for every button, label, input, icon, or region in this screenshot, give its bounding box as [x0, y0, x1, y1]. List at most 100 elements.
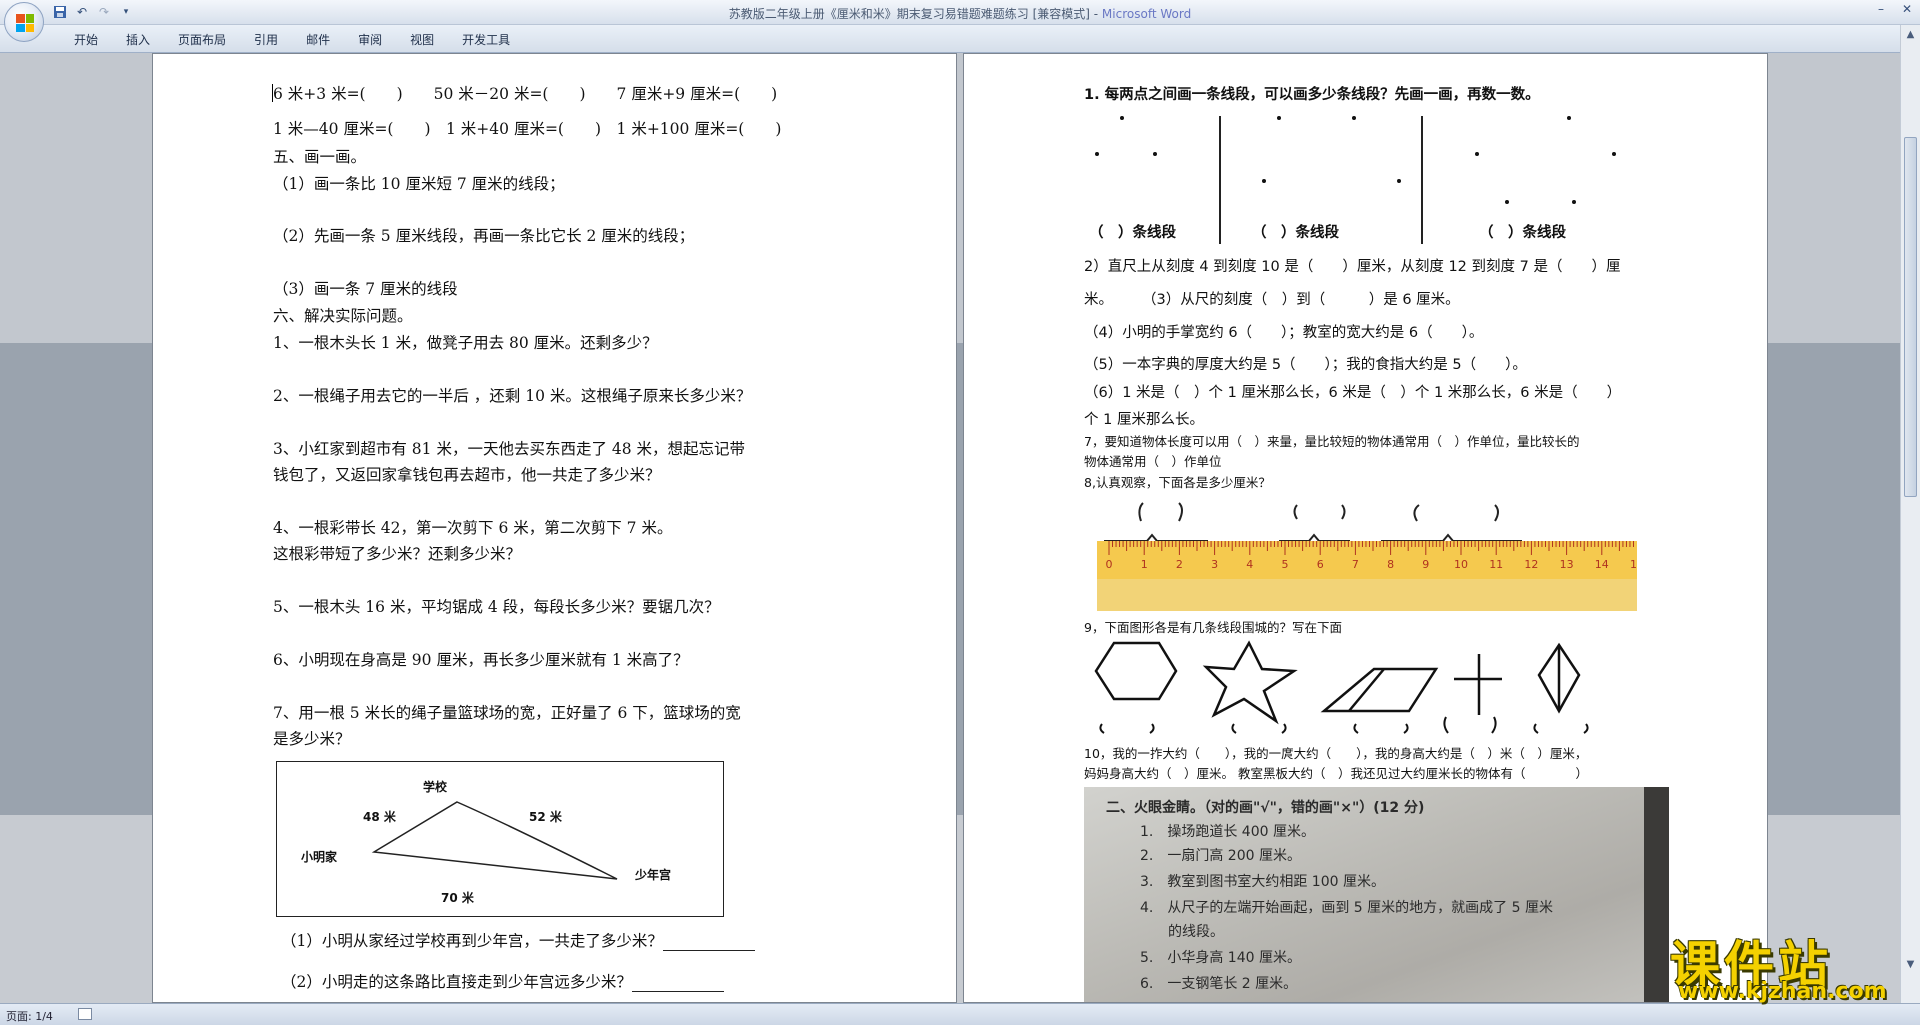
ruler-tick-label: 4 — [1246, 558, 1253, 571]
tab-review[interactable]: 审阅 — [344, 29, 396, 50]
map-label-home: 小明家 — [301, 850, 338, 864]
text-line: 7、用一根 5 米长的绳子量篮球场的宽，正好量了 6 下，篮球场的宽 — [273, 704, 741, 722]
scroll-down-icon[interactable]: ▼ — [1904, 959, 1917, 973]
ruler-tick-label: 11 — [1489, 558, 1503, 571]
ruler-tick-label: 12 — [1524, 558, 1538, 571]
ruler-tick-label: 1 — [1141, 558, 1148, 571]
text-line: （3）画一条 7 厘米的线段 — [273, 280, 458, 298]
text-line: 这根彩带短了多少米？还剩多少米？ — [273, 545, 522, 563]
photo-edge — [1644, 787, 1669, 1002]
tab-page-layout[interactable]: 页面布局 — [164, 29, 240, 50]
scroll-up-icon[interactable]: ▲ — [1904, 29, 1917, 43]
question-text: 10，我的一拃大约（ ），我的一庹大约（ ），我的身高大约是（ ）米（ ）厘米， — [1084, 746, 1588, 761]
ruler-tick-label: 10 — [1454, 558, 1468, 571]
question-heading: 1. 每两点之间画一条线段，可以画多少条线段？先画一画，再数一数。 — [1084, 87, 1540, 103]
tab-developer[interactable]: 开发工具 — [448, 29, 524, 50]
text-line: 3、小红家到超市有 81 米，一天他去买东西走了 48 米，想起忘记带 — [273, 440, 746, 458]
map-label-distance: 70 米 — [441, 891, 474, 905]
page-counter[interactable]: 页面: 1/4 — [6, 1008, 53, 1024]
photo-embedded-worksheet: 二、火眼金睛。（对的画"√"，错的画"×"）(12 分) 1. 操场跑道长 40… — [1084, 787, 1669, 1002]
question-text: （1）小明从家经过学校再到少年宫，一共走了多少米？ — [281, 931, 755, 951]
ruler-tick-label: 8 — [1387, 558, 1394, 571]
tab-home[interactable]: 开始 — [60, 29, 112, 50]
answer-blank: （ ）条线段 — [1479, 225, 1566, 241]
minimize-button[interactable]: – — [1868, 0, 1894, 18]
photo-text: 1. 操场跑道长 400 厘米。 — [1140, 824, 1315, 840]
ruler-figure: 0123456789101112131415 — [1097, 541, 1637, 611]
tab-view[interactable]: 视图 — [396, 29, 448, 50]
proofing-icon[interactable] — [78, 1008, 92, 1020]
tab-references[interactable]: 引用 — [240, 29, 292, 50]
window-controls: – ✕ — [1868, 0, 1920, 18]
photo-text: 6. 一支钢笔长 2 厘米。 — [1140, 976, 1298, 992]
photo-text: 5. 小华身高 140 厘米。 — [1140, 950, 1301, 966]
office-button[interactable] — [4, 2, 44, 42]
ribbon: 开始 插入 页面布局 引用 邮件 审阅 视图 开发工具 ? — [0, 25, 1920, 53]
ruler-tick-label: 0 — [1106, 558, 1113, 571]
photo-text: 2. 一扇门高 200 厘米。 — [1140, 848, 1301, 864]
text-line: （1）画一条比 10 厘米短 7 厘米的线段； — [273, 175, 565, 193]
text-line: 5、一根木头 16 米，平均锯成 4 段，每段长多少米？要锯几次？ — [273, 598, 720, 616]
question-text: 7，要知道物体长度可以用（ ）来量，量比较短的物体通常用（ ）作单位，量比较长的 — [1084, 434, 1580, 449]
ruler-tick-label: 9 — [1422, 558, 1429, 571]
question-text: 个 1 厘米那么长。 — [1084, 412, 1204, 428]
map-label-school: 学校 — [423, 780, 448, 794]
tab-mailings[interactable]: 邮件 — [292, 29, 344, 50]
question-text: （2）小明走的这条路比直接走到少年宫远多少米？ — [281, 972, 724, 992]
watermark-url: www.kjzhan.com — [1678, 979, 1887, 1004]
text-line: 4、一根彩带长 42，第一次剪下 6 米，第二次剪下 7 米。 — [273, 519, 673, 537]
close-button[interactable]: ✕ — [1894, 0, 1920, 18]
document-page-2[interactable]: 1. 每两点之间画一条线段，可以画多少条线段？先画一画，再数一数。 （ ）条线段… — [963, 53, 1768, 1003]
text-line: 1 米—40 厘米=( ) 1 米+40 厘米=( ) 1 米+100 厘米=(… — [273, 120, 782, 138]
ruler-tick-label: 7 — [1352, 558, 1359, 571]
document-page-1[interactable]: 6 米+3 米=( ) 50 米－20 米=( ) 7 厘米+9 厘米=( ) … — [152, 53, 957, 1003]
window-title: 苏教版二年级上册《厘米和米》期末复习易错题难题练习 [兼容模式] - Micro… — [0, 5, 1920, 22]
ruler-tick-label: 2 — [1176, 558, 1183, 571]
question-text: 8,认真观察，下面各是多少厘米？ — [1084, 475, 1271, 490]
title-bar: ↶ ↷ ▾ 苏教版二年级上册《厘米和米》期末复习易错题难题练习 [兼容模式] -… — [0, 0, 1920, 42]
site-watermark-logo: 课件站 www.kjzhan.com — [1670, 925, 1905, 1004]
tab-insert[interactable]: 插入 — [112, 29, 164, 50]
ruler-tick-label: 13 — [1560, 558, 1574, 571]
text-line: 1、一根木头长 1 米，做凳子用去 80 厘米。还剩多少？ — [273, 334, 658, 352]
ruler-tick-label: 3 — [1211, 558, 1218, 571]
ruler-tick-label: 14 — [1595, 558, 1609, 571]
route-map-figure: 学校 48 米 52 米 小明家 少年宫 70 米 — [276, 761, 724, 917]
text-line: （2）先画一条 5 厘米线段，再画一条比它长 2 厘米的线段； — [273, 227, 695, 245]
question-text: 妈妈身高大约（ ）厘米。 教室黑板大约（ ）我还见过大约厘米长的物体有（ ） — [1084, 766, 1588, 781]
section-heading: 五、画一画。 — [273, 148, 367, 166]
photo-text: 二、火眼金睛。（对的画"√"，错的画"×"）(12 分) — [1106, 800, 1425, 816]
question-text: 9，下面图形各是有几条线段围城的？写在下面 — [1084, 620, 1342, 635]
map-label-palace: 少年宫 — [635, 868, 672, 882]
ruler-tick-label: 5 — [1282, 558, 1289, 571]
photo-text: 4. 从尺子的左端开始画起，画到 5 厘米的地方，就画成了 5 厘米 — [1140, 900, 1553, 916]
ruler-tick-label: 15 — [1630, 558, 1637, 571]
section-heading: 六、解决实际问题。 — [273, 307, 413, 325]
scrollbar-thumb[interactable] — [1904, 137, 1917, 497]
question-text: 物体通常用（ ）作单位 — [1084, 454, 1222, 469]
photo-text: 3. 教室到图书室大约相距 100 厘米。 — [1140, 874, 1385, 890]
question-text: （5）一本字典的厚度大约是 5（ ）；我的食指大约是 5（ ）。 — [1084, 357, 1527, 373]
map-label-distance: 52 米 — [529, 810, 562, 824]
document-title: 苏教版二年级上册《厘米和米》期末复习易错题难题练习 [兼容模式] - — [728, 7, 1102, 21]
question-text: 米。 （3）从尺的刻度（ ）到（ ）是 6 厘米。 — [1084, 292, 1460, 308]
shapes-figure — [1094, 640, 1589, 734]
answer-blank: （ ）条线段 — [1089, 225, 1176, 241]
map-label-distance: 48 米 — [363, 810, 396, 824]
route-triangle — [371, 801, 618, 880]
document-workspace: 6 米+3 米=( ) 50 米－20 米=( ) 7 厘米+9 厘米=( ) … — [0, 53, 1900, 1003]
answer-blank: （ ）条线段 — [1252, 225, 1339, 241]
text-line: 钱包了，又返回家拿钱包再去超市，他一共走了多少米？ — [273, 466, 661, 484]
question-text: （6）1 米是（ ）个 1 厘米那么长，6 米是（ ）个 1 米那么长，6 米是… — [1084, 385, 1622, 401]
vertical-scrollbar[interactable]: ▲ ▼ — [1900, 25, 1920, 1003]
ruler-tick-label: 6 — [1317, 558, 1324, 571]
status-bar: 页面: 1/4 — [0, 1003, 1920, 1025]
text-line: 是多少米？ — [273, 730, 351, 748]
office-logo-icon — [16, 14, 34, 32]
app-name: Microsoft Word — [1101, 7, 1192, 21]
ribbon-tabs: 开始 插入 页面布局 引用 邮件 审阅 视图 开发工具 — [60, 29, 524, 50]
question-text: 2）直尺上从刻度 4 到刻度 10 是（ ）厘米，从刻度 12 到刻度 7 是（… — [1084, 259, 1621, 275]
text-line: 6 米+3 米=( ) 50 米－20 米=( ) 7 厘米+9 厘米=( ) — [273, 85, 778, 103]
question-text: （4）小明的手掌宽约 6（ ）；教室的宽大约是 6（ ）。 — [1084, 325, 1484, 341]
text-line: 6、小明现在身高是 90 厘米，再长多少厘米就有 1 米高了？ — [273, 651, 689, 669]
